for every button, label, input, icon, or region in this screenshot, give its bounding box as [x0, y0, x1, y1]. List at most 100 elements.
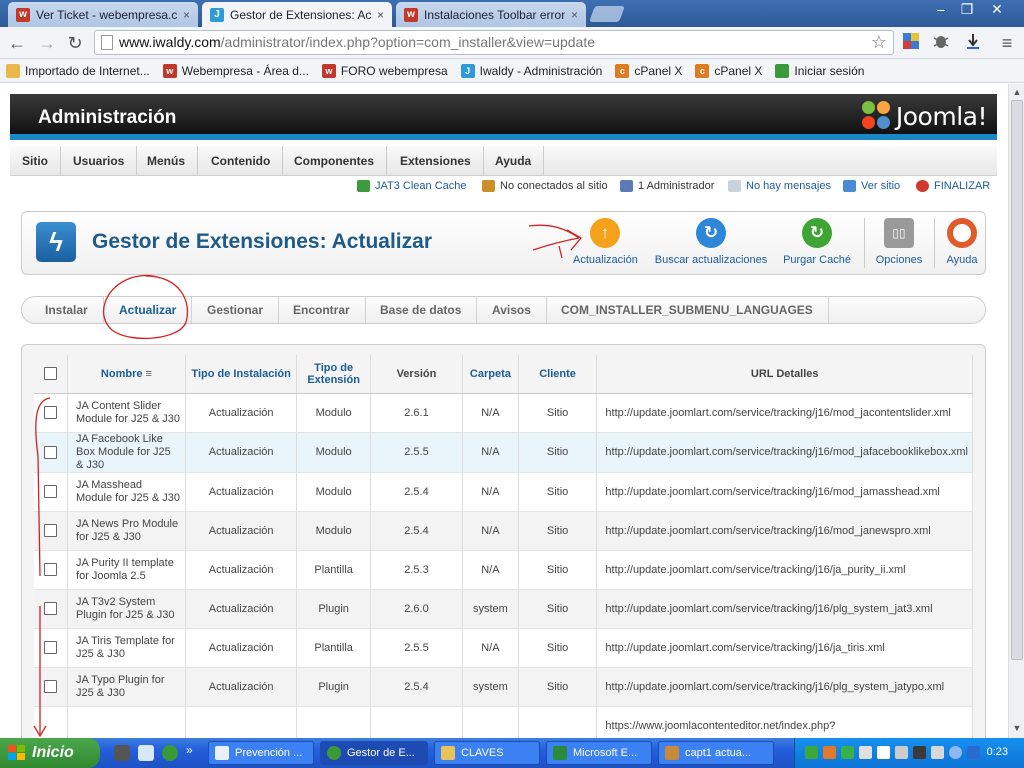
table-row[interactable]: JA Typo Plugin for J25 & J30 Actualizació… — [34, 667, 973, 707]
cell-version: 2.6.1 — [370, 393, 464, 433]
task-claves[interactable]: CLAVES — [434, 741, 540, 765]
tray-icon[interactable] — [859, 746, 872, 759]
tray-icon[interactable] — [913, 746, 926, 759]
new-tab-button[interactable] — [589, 6, 625, 22]
details-url[interactable]: http://update.joomlart.com/service/track… — [596, 432, 973, 473]
browser-tab-gestor[interactable]: J Gestor de Extensiones: Actualizar × — [202, 2, 392, 28]
menu-icon[interactable]: ≡ — [996, 32, 1018, 54]
table-row[interactable]: JA T3v2 System Plugin for J25 & J30 Actua… — [34, 589, 973, 629]
table-row[interactable]: JA News Pro Module for J25 & J30 Actualiz… — [34, 511, 973, 551]
download-extension-icon[interactable] — [962, 32, 984, 54]
scroll-up-icon[interactable]: ▲ — [1011, 86, 1023, 98]
subnav-languages[interactable]: COM_INSTALLER_SUBMENU_LANGUAGES — [546, 297, 829, 323]
tab-close-icon[interactable]: × — [377, 8, 384, 22]
find-updates-button[interactable]: ↻ Buscar actualizaciones — [653, 218, 769, 266]
jat3-clean-cache-link[interactable]: JAT3 Clean Cache — [357, 180, 467, 192]
task-gestor[interactable]: Gestor de E... — [320, 741, 428, 765]
tray-icon[interactable] — [841, 746, 854, 759]
col-tipo-instalacion[interactable]: Tipo de Instalación — [185, 355, 298, 394]
menu-menus[interactable]: Menús — [135, 146, 199, 176]
details-url[interactable]: http://update.joomlart.com/service/track… — [596, 589, 973, 629]
quicklaunch-icon[interactable] — [138, 745, 154, 761]
address-bar[interactable]: www.iwaldy.com/administrator/index.php?o… — [94, 30, 894, 55]
bookmark-item[interactable]: w Webempresa - Área d... — [162, 63, 309, 78]
details-url[interactable]: http://update.joomlart.com/service/track… — [596, 550, 973, 590]
menu-contenido[interactable]: Contenido — [199, 146, 284, 176]
page-scrollbar[interactable]: ▲ ▼ — [1008, 84, 1024, 738]
tray-icon[interactable] — [895, 746, 908, 759]
subnav-base-de-datos[interactable]: Base de datos — [365, 297, 478, 323]
col-tipo-extension[interactable]: Tipo de Extensión — [296, 355, 371, 394]
details-url[interactable]: http://update.joomlart.com/service/track… — [596, 472, 973, 512]
details-url[interactable]: http://update.joomlart.com/service/track… — [596, 511, 973, 551]
menu-extensiones[interactable]: Extensiones — [388, 146, 484, 176]
reload-icon[interactable]: ↻ — [64, 32, 86, 54]
table-row[interactable]: JA Masshead Module for J25 & J30 Actualiz… — [34, 472, 973, 512]
more-icon[interactable]: » — [186, 743, 193, 757]
bookmark-item[interactable]: Importado de Internet... — [6, 63, 150, 78]
bookmark-item[interactable]: J Iwaldy - Administración — [460, 63, 602, 78]
col-nombre[interactable]: Nombre ≡ — [67, 355, 186, 394]
view-site-link[interactable]: Ver sitio — [843, 180, 900, 192]
subnav-gestionar[interactable]: Gestionar — [192, 297, 280, 323]
menu-componentes[interactable]: Componentes — [282, 146, 388, 176]
scrollbar-thumb[interactable] — [1011, 100, 1023, 660]
table-row[interactable]: JA Content Slider Module for J25 & J30 Ac… — [34, 393, 973, 433]
tray-icon[interactable] — [931, 746, 944, 759]
browser-tab-ver-ticket[interactable]: w Ver Ticket - webempresa.com × — [8, 2, 198, 27]
table-row[interactable]: JA Tiris Template for J25 & J30 Actualiza… — [34, 628, 973, 668]
purge-cache-button[interactable]: ↻ Purgar Caché — [782, 218, 852, 266]
task-paint[interactable]: capt1 actua... — [658, 741, 774, 765]
bookmark-item[interactable]: c cPanel X — [695, 63, 762, 78]
bookmark-item[interactable]: w FORO webempresa — [321, 63, 448, 78]
options-button[interactable]: ▯▯ Opciones — [872, 218, 926, 266]
col-cliente[interactable]: Cliente — [518, 355, 598, 394]
messages-link[interactable]: No hay mensajes — [728, 180, 831, 192]
star-bookmark-icon[interactable]: ☆ — [871, 31, 887, 54]
maximize-button[interactable]: ❐ — [954, 1, 980, 19]
subnav-instalar[interactable]: Instalar — [30, 297, 104, 323]
subnav-encontrar[interactable]: Encontrar — [278, 297, 366, 323]
select-all-checkbox[interactable] — [44, 367, 57, 381]
forward-arrow-icon[interactable]: → — [36, 32, 58, 54]
toolbar-label: Ayuda — [946, 254, 978, 266]
cell-client: Sitio — [518, 550, 598, 590]
browser-tab-instalaciones[interactable]: w Instalaciones Toolbar erroneas × — [396, 2, 586, 27]
tray-icon[interactable] — [823, 746, 836, 759]
extension-name: JA Typo Plugin for J25 & J30 — [67, 667, 186, 707]
menu-usuarios[interactable]: Usuarios — [61, 146, 138, 176]
task-excel[interactable]: Microsoft E... — [546, 741, 652, 765]
table-row[interactable]: https://www.joomlacontenteditor.net/inde… — [34, 706, 973, 738]
scroll-down-icon[interactable]: ▼ — [1011, 722, 1023, 734]
help-button[interactable]: Ayuda — [942, 218, 982, 266]
logout-link[interactable]: FINALIZAR — [916, 180, 990, 192]
table-row[interactable]: JA Purity II template for Joomla 2.5 Actu… — [34, 550, 973, 590]
back-arrow-icon[interactable]: ← — [6, 32, 28, 54]
volume-icon[interactable] — [949, 746, 962, 759]
start-button[interactable]: Inicio — [0, 738, 100, 768]
quicklaunch-icon[interactable] — [114, 745, 130, 761]
details-url[interactable]: http://update.joomlart.com/service/track… — [596, 628, 973, 668]
subnav-avisos[interactable]: Avisos — [477, 297, 547, 323]
menu-ayuda[interactable]: Ayuda — [483, 146, 545, 176]
extension-icon[interactable] — [900, 32, 922, 54]
tray-icon[interactable] — [805, 746, 818, 759]
tab-close-icon[interactable]: × — [571, 8, 578, 22]
bookmark-item[interactable]: Iniciar sesión — [775, 63, 864, 78]
chrome-icon[interactable] — [162, 745, 178, 761]
table-row[interactable]: JA Facebook Like Box Module for J25 & J3… — [34, 432, 973, 473]
tray-icon[interactable] — [877, 746, 890, 759]
update-button[interactable]: ↑ Actualización — [573, 218, 638, 266]
menu-sitio[interactable]: Sitio — [10, 146, 61, 176]
tab-close-icon[interactable]: × — [183, 8, 190, 22]
bookmark-item[interactable]: c cPanel X — [615, 63, 682, 78]
col-carpeta[interactable]: Carpeta — [462, 355, 519, 394]
close-window-button[interactable]: ✕ — [984, 1, 1010, 19]
bug-extension-icon[interactable] — [930, 32, 952, 54]
minimize-button[interactable]: – — [928, 1, 954, 19]
details-url[interactable]: https://www.joomlacontenteditor.net/inde… — [596, 706, 973, 738]
details-url[interactable]: http://update.joomlart.com/service/track… — [596, 393, 973, 433]
network-icon[interactable] — [967, 746, 980, 759]
details-url[interactable]: http://update.joomlart.com/service/track… — [596, 667, 973, 707]
task-prevencion[interactable]: Prevención ... — [208, 741, 314, 765]
